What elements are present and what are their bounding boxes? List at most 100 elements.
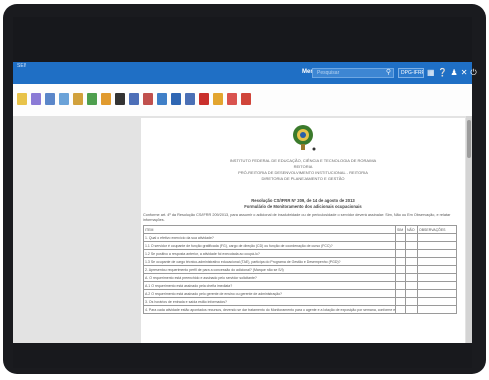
header-diretoria: DIRETORIA DE PLANEJAMENTO E GESTÃO: [261, 176, 345, 181]
table-row: 4. Para cada atividade estão apontados r…: [143, 305, 457, 314]
row-sim[interactable]: [395, 305, 406, 314]
row-nao[interactable]: [405, 273, 418, 282]
search-input[interactable]: Pesquisar ⚲: [312, 68, 394, 78]
row-item: 1. Qual o efetivo exercício da sua ativi…: [143, 233, 396, 242]
row-observacoes[interactable]: [417, 257, 457, 266]
header-sim: SIM: [395, 225, 406, 234]
document-caption-2: Formulário de Monitoramento dos adiciona…: [244, 204, 362, 209]
row-observacoes[interactable]: [417, 305, 457, 314]
row-item: A.2 O requerimento está assinado pelo ge…: [143, 289, 396, 298]
row-item: 2. Apresentou requerimento perfil de par…: [143, 265, 396, 274]
row-sim[interactable]: [395, 257, 406, 266]
row-sim[interactable]: [395, 289, 406, 298]
row-nao[interactable]: [405, 297, 418, 306]
row-sim[interactable]: [395, 249, 406, 258]
row-sim[interactable]: [395, 297, 406, 306]
screen-bottom-area: [13, 343, 472, 368]
table-row: 2. Apresentou requerimento perfil de par…: [143, 265, 457, 274]
document-page: INSTITUTO FEDERAL DE EDUCAÇÃO, CIÊNCIA E…: [141, 118, 465, 343]
document-caption-1: Resolução CS/IFRR Nº 209, de 14 de agost…: [251, 198, 355, 203]
table-row: 1.1 O servidor é ocupante de função grat…: [143, 241, 457, 250]
info-icon[interactable]: ❔: [438, 66, 448, 80]
search-icon[interactable]: ⚲: [386, 69, 391, 77]
row-observacoes[interactable]: [417, 281, 457, 290]
top-icons: ▦ ❔ ♟ ✕ ⏻: [427, 66, 477, 80]
row-item: 1.3 Se ocupante de cargo técnico-adminis…: [143, 257, 396, 266]
document-icon[interactable]: [17, 93, 27, 105]
row-observacoes[interactable]: [417, 289, 457, 298]
row-nao[interactable]: [405, 305, 418, 314]
delete-icon[interactable]: [241, 93, 251, 105]
file-icon[interactable]: [31, 93, 41, 105]
header-observacoes: OBSERVAÇÕES: [417, 225, 457, 234]
row-nao[interactable]: [405, 233, 418, 242]
row-item: 3. Os horários de entrada e saída estão …: [143, 297, 396, 306]
row-sim[interactable]: [395, 265, 406, 274]
row-nao[interactable]: [405, 265, 418, 274]
document-intro: Conforme art. 4º da Resolução CS/IFRR 20…: [143, 213, 451, 222]
row-sim[interactable]: [395, 241, 406, 250]
app-header: SEI! Menu Pesquisar ⚲ DPG-IFRR ▦ ❔ ♟ ✕ ⏻: [13, 62, 477, 84]
screen-top-area: [13, 17, 472, 62]
header-reitoria: REITORIA: [293, 164, 313, 169]
row-observacoes[interactable]: [417, 297, 457, 306]
table-header-row: ITEM SIM NÃO OBSERVAÇÕES: [143, 225, 457, 234]
coat-of-arms: [293, 125, 316, 151]
table-row: A. O requerimento está preenchido e assi…: [143, 273, 457, 282]
app-label[interactable]: SEI!: [17, 63, 26, 69]
table-row: 1. Qual o efetivo exercício da sua ativi…: [143, 233, 457, 242]
unit-selector[interactable]: DPG-IFRR: [398, 68, 424, 78]
table-row: 3. Os horários de entrada e saída estão …: [143, 297, 457, 306]
row-nao[interactable]: [405, 241, 418, 250]
header-nao: NÃO: [405, 225, 418, 234]
pdf-icon[interactable]: [199, 93, 209, 105]
header-institution: INSTITUTO FEDERAL DE EDUCAÇÃO, CIÊNCIA E…: [229, 158, 377, 163]
content-area: INSTITUTO FEDERAL DE EDUCAÇÃO, CIÊNCIA E…: [13, 116, 472, 343]
row-sim[interactable]: [395, 273, 406, 282]
comment-icon[interactable]: [213, 93, 223, 105]
row-sim[interactable]: [395, 281, 406, 290]
table-row: A.1 O requerimento está assinado pela ch…: [143, 281, 457, 290]
search-placeholder: Pesquisar: [317, 70, 340, 76]
row-item: A.1 O requerimento está assinado pela ch…: [143, 281, 396, 290]
copy-icon[interactable]: [101, 93, 111, 105]
row-nao[interactable]: [405, 257, 418, 266]
row-sim[interactable]: [395, 233, 406, 242]
row-nao[interactable]: [405, 249, 418, 258]
row-item: 1.1 O servidor é ocupante de função grat…: [143, 241, 396, 250]
row-observacoes[interactable]: [417, 273, 457, 282]
power-icon[interactable]: ⏻: [470, 66, 476, 80]
row-nao[interactable]: [405, 281, 418, 290]
user-icon[interactable]: ♟: [451, 66, 458, 80]
pen-icon[interactable]: [115, 93, 125, 105]
document-toolbar: [13, 84, 472, 117]
view-icon[interactable]: [45, 93, 55, 105]
table-row: 1.3 Se ocupante de cargo técnico-adminis…: [143, 257, 457, 266]
row-item: A. O requerimento está preenchido e assi…: [143, 273, 396, 282]
row-item: 1.2 Se positivo a resposta anterior, a a…: [143, 249, 396, 258]
table-row: 1.2 Se positivo a resposta anterior, a a…: [143, 249, 457, 258]
close-icon[interactable]: ✕: [461, 66, 468, 80]
print-icon[interactable]: [185, 93, 195, 105]
row-observacoes[interactable]: [417, 265, 457, 274]
scrollbar[interactable]: [466, 116, 472, 343]
checklist-table: ITEM SIM NÃO OBSERVAÇÕES 1. Qual o efeti…: [143, 225, 457, 314]
row-observacoes[interactable]: [417, 241, 457, 250]
save-icon[interactable]: [171, 93, 181, 105]
send-icon[interactable]: [157, 93, 167, 105]
block-icon[interactable]: [143, 93, 153, 105]
assign-icon[interactable]: [87, 93, 97, 105]
attach-icon[interactable]: [73, 93, 83, 105]
row-nao[interactable]: [405, 289, 418, 298]
row-item: 4. Para cada atividade estão apontados r…: [143, 305, 396, 314]
row-observacoes[interactable]: [417, 233, 457, 242]
flag-icon[interactable]: [227, 93, 237, 105]
header-proreitoria: PRÓ-REITORIA DE DESENVOLVIMENTO INSTITUC…: [238, 170, 368, 175]
table-row: A.2 O requerimento está assinado pelo ge…: [143, 289, 457, 298]
row-observacoes[interactable]: [417, 249, 457, 258]
header-item: ITEM: [143, 225, 396, 234]
edit-icon[interactable]: [59, 93, 69, 105]
scrollbar-thumb[interactable]: [467, 120, 471, 158]
grid-icon[interactable]: ▦: [427, 66, 435, 80]
sign-icon[interactable]: [129, 93, 139, 105]
